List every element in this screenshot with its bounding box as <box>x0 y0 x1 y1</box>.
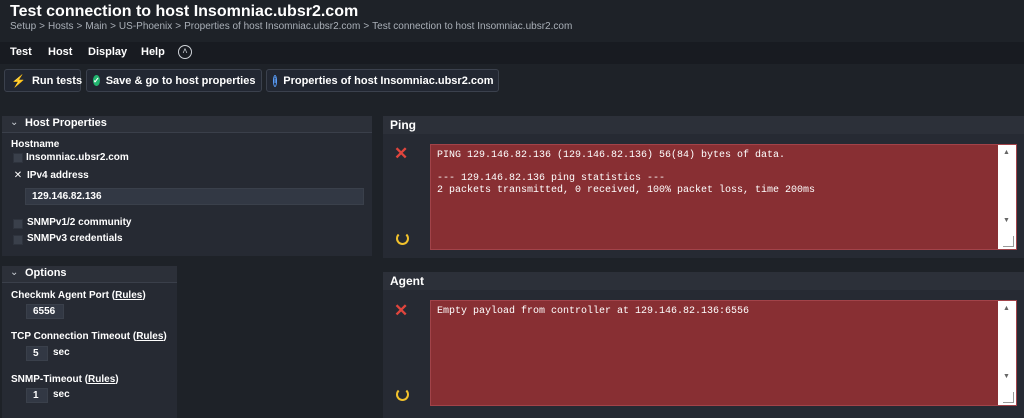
breadcrumb-separator: > <box>363 21 370 32</box>
scroll-up-icon[interactable]: ▲ <box>1003 149 1010 156</box>
menu-host[interactable]: Host <box>48 46 72 58</box>
agent-port-text: Checkmk Agent Port <box>11 290 109 301</box>
run-tests-button[interactable]: ⚡ Run tests <box>4 69 83 92</box>
breadcrumb-item-main[interactable]: Main <box>85 21 107 32</box>
host-properties-button[interactable]: i Properties of host Insomniac.ubsr2.com <box>266 69 499 92</box>
snmp-timeout-label: SNMP-Timeout (Rules) <box>11 374 119 385</box>
tcp-timeout-rules-link[interactable]: Rules <box>136 331 163 342</box>
snmp-timeout-text: SNMP-Timeout <box>11 374 82 385</box>
breadcrumb-item-hosts[interactable]: Hosts <box>48 21 74 32</box>
breadcrumb-item-folder[interactable]: US-Phoenix <box>119 21 172 32</box>
page-title: Test connection to host Insomniac.ubsr2.… <box>10 3 359 20</box>
breadcrumb-item-setup[interactable]: Setup <box>10 21 36 32</box>
snmp-v3-label: SNMPv3 credentials <box>27 233 123 244</box>
options-title: Options <box>25 267 67 279</box>
host-properties-header[interactable]: ⌄ Host Properties <box>2 116 372 133</box>
options-panel: ⌄ Options Checkmk Agent Port (Rules) 655… <box>2 266 177 418</box>
scroll-down-icon[interactable]: ▼ <box>1003 373 1010 380</box>
scroll-up-icon[interactable]: ▲ <box>1003 305 1010 312</box>
tcp-timeout-input[interactable]: 5 <box>26 346 48 361</box>
agent-output[interactable]: Empty payload from controller at 129.146… <box>430 300 1017 406</box>
agent-port-input[interactable]: 6556 <box>26 304 64 319</box>
snmp-v12-label: SNMPv1/2 community <box>27 217 132 228</box>
lightning-icon: ⚡ <box>11 73 26 88</box>
agent-scrollbar[interactable]: ▲ ▼ <box>998 301 1016 405</box>
ping-output[interactable]: PING 129.146.82.136 (129.146.82.136) 56(… <box>430 144 1017 250</box>
tcp-timeout-text: TCP Connection Timeout <box>11 331 131 342</box>
breadcrumb-separator: > <box>175 21 182 32</box>
breadcrumb-item-current: Test connection to host Insomniac.ubsr2.… <box>372 21 573 32</box>
scroll-down-icon[interactable]: ▼ <box>1003 217 1010 224</box>
agent-output-text: Empty payload from controller at 129.146… <box>437 306 750 317</box>
ping-reload-icon[interactable] <box>396 232 409 245</box>
breadcrumb-item-host-properties[interactable]: Properties of host Insomniac.ubsr2.com <box>184 21 360 32</box>
hostname-value: Insomniac.ubsr2.com <box>26 152 129 163</box>
ping-title: Ping <box>390 118 416 132</box>
ipv4-label: IPv4 address <box>27 170 89 181</box>
menu-display[interactable]: Display <box>88 46 127 58</box>
check-circle-icon: ✓ <box>93 75 100 86</box>
ipv4-checkbox[interactable]: ✕ <box>13 171 23 181</box>
host-properties-label: Properties of host Insomniac.ubsr2.com <box>283 74 494 87</box>
agent-reload-icon[interactable] <box>396 388 409 401</box>
ping-x-icon: ✕ <box>394 144 409 163</box>
host-properties-title: Host Properties <box>25 117 107 129</box>
menu-test[interactable]: Test <box>10 46 32 58</box>
chevron-down-icon: ⌄ <box>10 117 19 128</box>
ping-header: Ping <box>383 116 1024 134</box>
breadcrumb-separator: > <box>76 21 83 32</box>
agent-port-rules-link[interactable]: Rules <box>115 290 142 301</box>
ping-scrollbar[interactable]: ▲ ▼ <box>998 145 1016 249</box>
host-properties-panel: ⌄ Host Properties Hostname Insomniac.ubs… <box>2 116 372 256</box>
tcp-timeout-label: TCP Connection Timeout (Rules) <box>11 331 167 342</box>
ping-output-text: PING 129.146.82.136 (129.146.82.136) 56(… <box>437 150 816 196</box>
agent-port-label: Checkmk Agent Port (Rules) <box>11 290 146 301</box>
ipv4-input[interactable]: 129.146.82.136 <box>25 188 364 205</box>
save-go-button[interactable]: ✓ Save & go to host properties <box>86 69 262 92</box>
agent-header: Agent <box>383 272 1024 290</box>
chevron-up-icon[interactable]: ˄ <box>178 45 192 59</box>
hostname-label: Hostname <box>11 139 60 150</box>
tcp-timeout-unit: sec <box>53 347 70 358</box>
options-header[interactable]: ⌄ Options <box>2 266 177 283</box>
hostname-checkbox[interactable] <box>13 153 23 163</box>
chevron-down-icon: ⌄ <box>10 267 19 278</box>
info-icon: i <box>273 74 278 87</box>
snmp-timeout-rules-link[interactable]: Rules <box>88 374 115 385</box>
resize-grip-icon[interactable] <box>1003 392 1014 403</box>
snmp-v3-checkbox[interactable] <box>13 235 23 245</box>
breadcrumb-separator: > <box>110 21 116 32</box>
agent-x-icon: ✕ <box>394 301 409 320</box>
menubar: Test Host Display Help ˄ <box>0 42 1024 64</box>
save-go-label: Save & go to host properties <box>105 74 256 87</box>
resize-grip-icon[interactable] <box>1003 236 1014 247</box>
breadcrumb-separator: > <box>39 21 45 32</box>
snmp-timeout-input[interactable]: 1 <box>26 388 48 403</box>
snmp-timeout-unit: sec <box>53 389 70 400</box>
snmp-v12-checkbox[interactable] <box>13 219 23 229</box>
menu-help[interactable]: Help <box>141 46 165 58</box>
breadcrumb: Setup > Hosts > Main > US-Phoenix > Properties o… <box>10 21 572 32</box>
run-tests-label: Run tests <box>31 74 83 87</box>
agent-title: Agent <box>390 274 424 288</box>
